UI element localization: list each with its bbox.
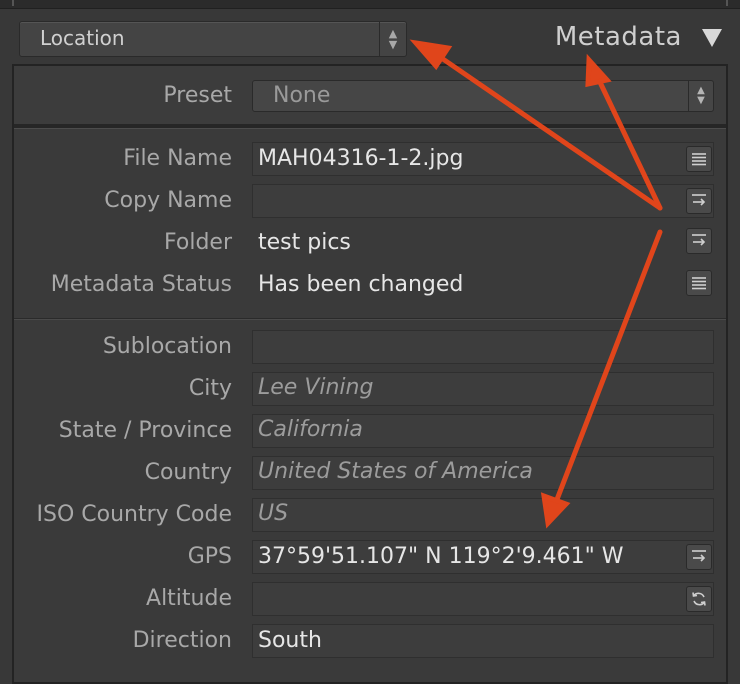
altitude-label: Altitude xyxy=(146,586,232,611)
folder-label: Folder xyxy=(164,230,232,255)
preset-value: None xyxy=(273,83,331,108)
preset-label: Preset xyxy=(163,83,232,108)
arrow-right-icon[interactable] xyxy=(686,188,712,214)
arrow-right-icon[interactable] xyxy=(686,544,712,570)
sublocation-field[interactable] xyxy=(252,330,714,364)
preset-row: Preset None ▲ ▼ xyxy=(14,66,726,124)
direction-value: South xyxy=(258,628,322,653)
metadata-view-select[interactable]: Location ▲ ▼ xyxy=(19,21,407,57)
section-divider xyxy=(14,318,726,320)
select-stepper-icon: ▲ ▼ xyxy=(379,22,406,56)
refresh-icon[interactable] xyxy=(686,586,712,612)
panel-title[interactable]: Metadata xyxy=(555,22,682,52)
sublocation-label: Sublocation xyxy=(102,334,232,359)
file-name-value: MAH04316-1-2.jpg xyxy=(258,146,464,171)
copy-name-field[interactable] xyxy=(252,184,714,218)
metadata-status-value: Has been changed xyxy=(258,272,464,297)
metadata-panel: Preset None ▲ ▼ File Name MAH04316-1-2.jp… xyxy=(12,64,728,684)
iso-country-code-field[interactable] xyxy=(252,498,714,532)
arrow-right-icon[interactable] xyxy=(686,228,712,254)
city-value: Lee Vining xyxy=(258,375,374,400)
altitude-field[interactable] xyxy=(252,582,714,616)
iso-country-code-value: US xyxy=(258,501,289,526)
panel-header: Location ▲ ▼ Metadata xyxy=(0,8,740,64)
folder-value: test pics xyxy=(258,230,351,255)
metadata-status-label: Metadata Status xyxy=(50,272,232,297)
collapse-triangle-icon[interactable] xyxy=(702,29,722,47)
list-icon[interactable] xyxy=(686,270,712,296)
direction-label: Direction xyxy=(132,628,232,653)
gps-value: 37°59'51.107" N 119°2'9.461" W xyxy=(258,544,624,569)
iso-country-code-label: ISO Country Code xyxy=(36,502,232,527)
country-value: United States of America xyxy=(258,459,533,484)
section-divider xyxy=(14,124,726,129)
select-stepper-icon: ▲ ▼ xyxy=(688,81,713,111)
state-province-value: California xyxy=(258,417,363,442)
preset-select[interactable]: None ▲ ▼ xyxy=(252,80,714,112)
copy-name-label: Copy Name xyxy=(104,188,232,213)
gps-label: GPS xyxy=(187,544,232,569)
view-select-value: Location xyxy=(40,26,125,50)
country-label: Country xyxy=(144,460,232,485)
state-province-label: State / Province xyxy=(58,418,232,443)
city-label: City xyxy=(188,376,232,401)
list-icon[interactable] xyxy=(686,146,712,172)
file-name-label: File Name xyxy=(123,146,232,171)
